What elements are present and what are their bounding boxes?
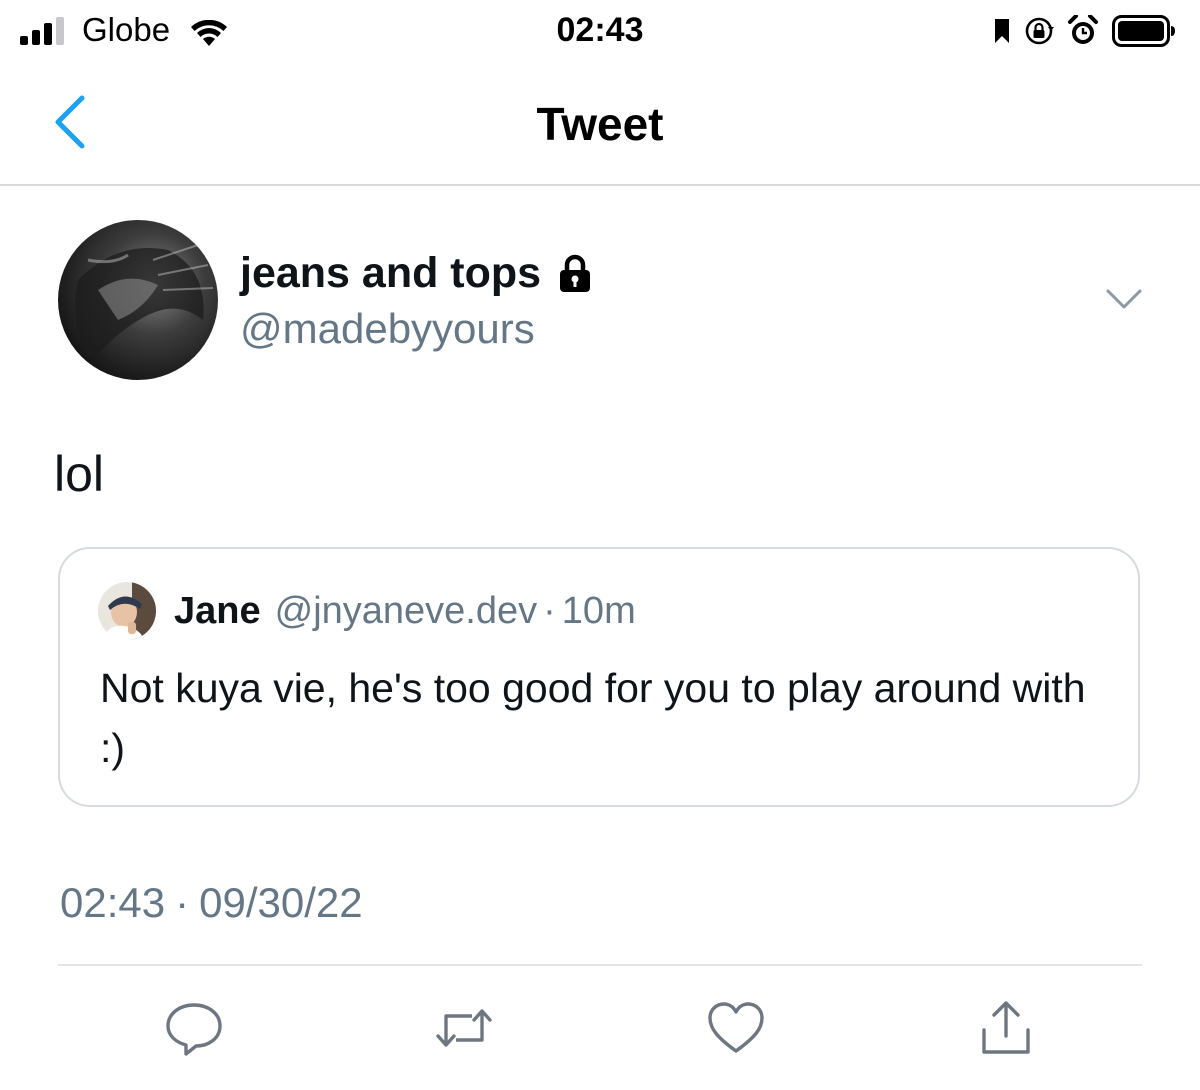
author-avatar-image — [58, 220, 218, 380]
quoted-author-avatar[interactable] — [98, 582, 156, 640]
tweet-text: lol — [54, 446, 105, 502]
lock-icon — [560, 254, 591, 292]
author-handle[interactable]: @madebyyours — [240, 302, 535, 356]
status-bar: Globe 02:43 — [0, 0, 1200, 64]
chevron-down-icon[interactable] — [1104, 284, 1144, 314]
status-icons — [994, 14, 1176, 48]
timestamp-date: 09/30/22 — [199, 879, 363, 926]
quoted-avatar-image — [98, 582, 156, 640]
rotation-lock-icon — [1025, 17, 1054, 45]
alarm-clock-icon — [1068, 15, 1098, 44]
quoted-tweet-text: Not kuya vie, he's too good for you to p… — [100, 665, 1086, 771]
quoted-tweet-header: Jane @jnyaneve.dev · 10m — [174, 586, 636, 636]
quoted-author-handle: @jnyaneve.dev — [274, 590, 538, 632]
timestamp-time: 02:43 — [60, 879, 166, 926]
actions-divider — [58, 964, 1142, 966]
share-icon[interactable] — [976, 998, 1036, 1058]
quoted-tweet-time: 10m — [561, 590, 636, 632]
bookmark-status-icon — [995, 19, 1009, 43]
reply-icon[interactable] — [164, 998, 224, 1058]
author-display-name: jeans and tops — [240, 249, 542, 297]
tweet-timestamp: 02:43 · 09/30/22 — [60, 876, 363, 930]
page-title: Tweet — [536, 98, 664, 150]
like-icon[interactable] — [706, 998, 766, 1058]
author-avatar[interactable] — [58, 220, 218, 380]
battery-icon — [1112, 15, 1175, 47]
retweet-icon[interactable] — [434, 998, 494, 1058]
author-name-row[interactable]: jeans and tops — [240, 246, 595, 300]
quoted-author-name: Jane — [174, 590, 261, 632]
quoted-separator: · — [543, 590, 556, 632]
timestamp-separator: · — [175, 879, 190, 926]
nav-divider — [0, 184, 1200, 186]
